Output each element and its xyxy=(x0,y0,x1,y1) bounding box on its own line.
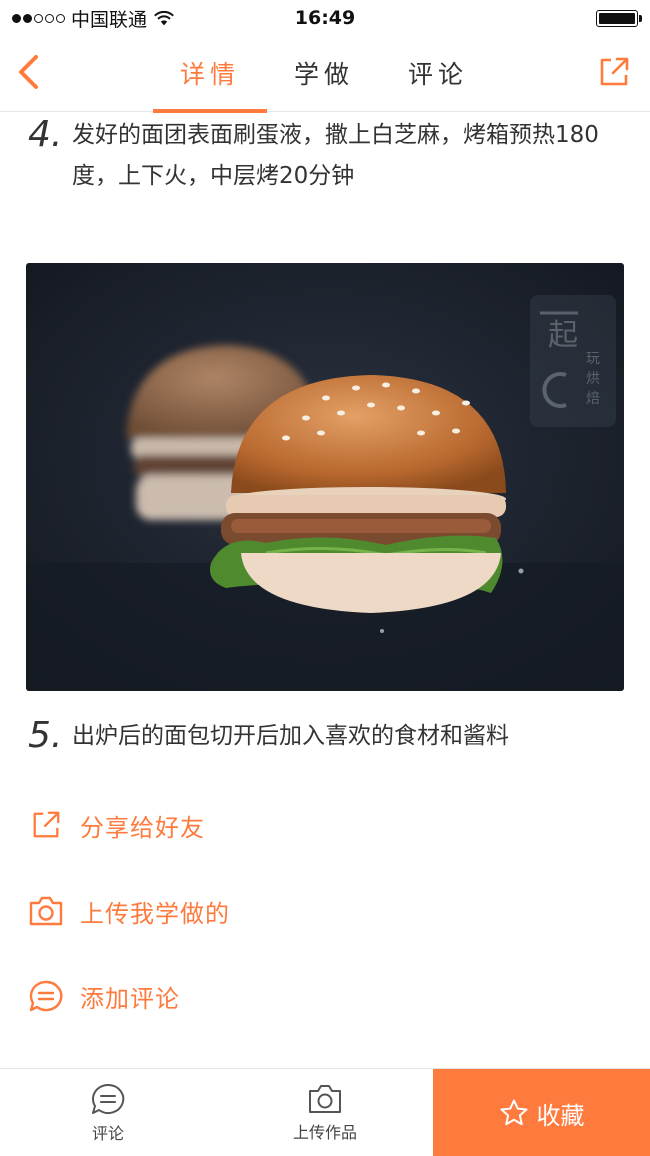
tab-bar: 详情 学做 评论 xyxy=(153,36,495,113)
comment-bubble-icon xyxy=(28,978,64,1014)
svg-text:烘: 烘 xyxy=(586,371,600,387)
camera-icon xyxy=(309,1085,341,1113)
bottom-upload-button[interactable]: 上传作品 xyxy=(262,1069,388,1156)
step-number: 4. xyxy=(28,114,63,155)
share-icon xyxy=(600,57,629,86)
tab-learn[interactable]: 学做 xyxy=(267,36,381,112)
recipe-steps: 4. 发好的面团表面刷蛋液，撒上白芝麻，烤箱预热180度，上下火，中层烤20分钟 xyxy=(0,113,650,1068)
comment-label: 添加评论 xyxy=(80,984,180,1013)
share-icon xyxy=(28,807,64,843)
battery-icon xyxy=(596,10,642,27)
camera-icon xyxy=(28,893,64,929)
bottom-upload-label: 上传作品 xyxy=(292,1123,357,1142)
svg-text:玩: 玩 xyxy=(586,351,600,367)
bottom-comment-label: 评论 xyxy=(91,1124,124,1143)
svg-text:焙: 焙 xyxy=(586,391,600,407)
step-text: 发好的面团表面刷蛋液，撒上白芝麻，烤箱预热180度，上下火，中层烤20分钟 xyxy=(72,122,599,189)
wifi-icon xyxy=(154,10,174,26)
upload-my-work-button[interactable]: 上传我学做的 xyxy=(28,891,230,931)
step-photo: 起 玩 烘 焙 xyxy=(26,263,624,691)
favorite-button[interactable]: 收藏 xyxy=(433,1069,650,1156)
share-to-friends-button[interactable]: 分享给好友 xyxy=(28,805,205,845)
bottom-comment-button[interactable]: 评论 xyxy=(58,1069,158,1156)
tab-comments[interactable]: 评论 xyxy=(381,36,495,112)
tab-details[interactable]: 详情 xyxy=(153,36,267,113)
step-item: 4. 发好的面团表面刷蛋液，撒上白芝麻，烤箱预热180度，上下火，中层烤20分钟 xyxy=(28,115,628,197)
favorite-label: 收藏 xyxy=(536,1101,585,1130)
share-label: 分享给好友 xyxy=(80,813,205,842)
step-text: 出炉后的面包切开后加入喜欢的食材和酱料 xyxy=(72,723,509,749)
bottom-toolbar: 评论 上传作品 收藏 xyxy=(0,1068,650,1156)
star-icon xyxy=(499,1098,529,1128)
step-item: 5. 出炉后的面包切开后加入喜欢的食材和酱料 xyxy=(28,716,628,757)
step-number: 5. xyxy=(28,715,63,756)
status-bar: 中国联通 16:49 xyxy=(0,0,650,36)
chevron-left-icon xyxy=(19,55,38,89)
back-button[interactable] xyxy=(10,52,46,92)
share-button[interactable] xyxy=(594,52,634,92)
svg-text:起: 起 xyxy=(548,318,578,353)
carrier-name: 中国联通 xyxy=(71,8,148,31)
add-comment-button[interactable]: 添加评论 xyxy=(28,976,180,1016)
nav-bar: 详情 学做 评论 xyxy=(0,36,650,113)
comment-bubble-icon xyxy=(92,1083,125,1114)
signal-strength-icon xyxy=(12,13,65,23)
upload-label: 上传我学做的 xyxy=(80,899,230,928)
